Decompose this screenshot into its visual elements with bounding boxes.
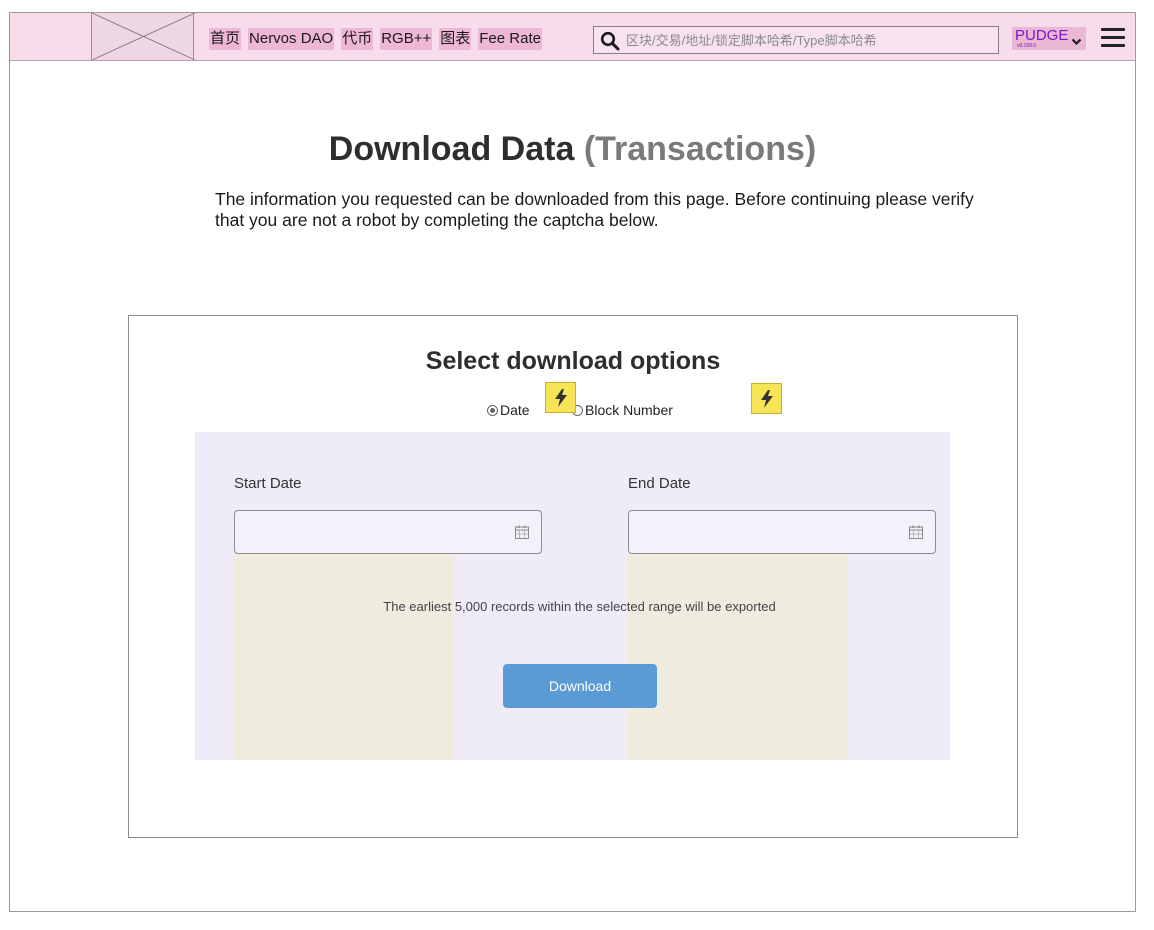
radio-date-label: Date xyxy=(500,402,530,418)
intro-text: The information you requested can be dow… xyxy=(215,189,974,230)
radio-date-circle[interactable] xyxy=(487,404,498,416)
end-column-area xyxy=(628,554,848,760)
start-date-label: Start Date xyxy=(234,475,302,492)
nav-fee-rate[interactable]: Fee Rate xyxy=(478,28,542,50)
nav-nervos-dao[interactable]: Nervos DAO xyxy=(248,28,335,50)
nav-tokens[interactable]: 代币 xyxy=(341,28,374,50)
main-nav: 首页 Nervos DAO 代币 RGB++ 图表 Fee Rate xyxy=(209,28,542,50)
network-version: v0.108.0 xyxy=(1017,43,1037,49)
top-header: 首页 Nervos DAO 代币 RGB++ 图表 Fee Rate PUDGE… xyxy=(10,13,1135,61)
page-frame: 首页 Nervos DAO 代币 RGB++ 图表 Fee Rate PUDGE… xyxy=(9,12,1136,912)
radio-block-label: Block Number xyxy=(585,402,673,418)
calendar-icon[interactable] xyxy=(909,525,923,544)
end-date-input[interactable] xyxy=(628,510,936,554)
search-icon[interactable] xyxy=(600,31,620,56)
network-switcher[interactable]: PUDGE v0.108.0 xyxy=(1012,27,1086,50)
options-title: Select download options xyxy=(425,347,721,375)
network-name: PUDGE xyxy=(1015,27,1069,44)
page-title-sub: (Transactions) xyxy=(583,130,817,168)
nav-rgbpp[interactable]: RGB++ xyxy=(380,28,433,50)
bolt-icon[interactable] xyxy=(751,383,782,414)
menu-icon[interactable] xyxy=(1101,28,1125,48)
calendar-icon[interactable] xyxy=(515,525,529,544)
download-button[interactable]: Download xyxy=(503,664,657,708)
nav-charts[interactable]: 图表 xyxy=(439,28,472,50)
nav-home[interactable]: 首页 xyxy=(209,28,242,50)
export-limit-note: The earliest 5,000 records within the se… xyxy=(383,599,776,614)
start-date-input[interactable] xyxy=(234,510,542,554)
search-bar xyxy=(593,26,999,54)
chevron-down-icon xyxy=(1071,33,1082,51)
logo-placeholder[interactable] xyxy=(91,13,195,60)
page-title-main: Download Data xyxy=(328,130,575,168)
page-title: Download Data (Transactions) xyxy=(10,129,1135,169)
search-input[interactable] xyxy=(624,29,994,51)
date-range-panel: Start Date End Date The earliest 5,000 r… xyxy=(195,432,950,760)
end-date-label: End Date xyxy=(628,475,691,492)
radio-date[interactable]: Date xyxy=(487,402,530,418)
start-column-area xyxy=(234,554,454,760)
download-options-card: Select download options Date Block Numbe… xyxy=(128,315,1018,838)
radio-block-number[interactable]: Block Number xyxy=(572,402,673,418)
bolt-icon[interactable] xyxy=(545,382,576,413)
